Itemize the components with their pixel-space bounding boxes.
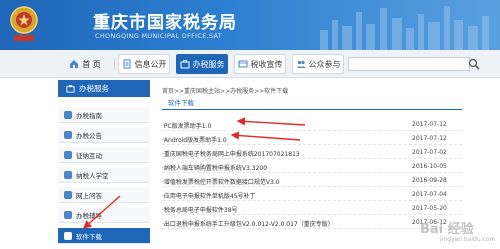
site-subtitle: CHONGQING MUNICIPAL OFFICE,SAT [95,32,223,40]
sidebar-item-label: 办税公告 [76,131,102,140]
list-item[interactable]: ·税务总局电子申报软件38号 2017-05-20 [162,201,462,215]
nav-info-label: 信息公开 [134,59,167,69]
search-icon[interactable] [468,58,480,70]
list-item[interactable]: ·出口退税申报系统手工升级包V2.0.012-V2.0.017（重庆专版） 20… [162,215,462,229]
interaction-icon [64,150,72,159]
sidebar-header-label: 办税服务 [79,84,109,93]
nav-tax-service-label: 办税服务 [192,59,225,69]
megaphone-icon [238,60,247,68]
site-title: 重庆市国家税务局 [93,13,237,33]
sidebar-header: 办税服务 [58,80,150,97]
download-icon [64,231,72,240]
tab-software-download[interactable]: 软件下载 [168,97,194,108]
watermark-logo: Bai 经验 [420,222,474,237]
qa-icon [64,190,72,199]
sidebar-item-taxpayer-school[interactable]: 纳税人学堂 [58,167,150,183]
sidebar-item-interaction[interactable]: 征纳互动 [58,147,150,163]
list-item-date: 2017-07-04 [412,191,447,198]
search-input[interactable] [348,57,470,71]
city-skyline-graphic [320,6,489,50]
people-icon [296,60,305,68]
nav-divider [114,58,115,70]
page: 重庆市国家税务局 CHONGQING MUNICIPAL OFFICE,SAT [0,0,500,249]
list-item-date: 2017-07-12 [412,135,447,142]
sidebar-item-label: 纳税人学堂 [76,171,109,180]
nav-tax-service[interactable]: 办税服务 [176,54,228,74]
sidebar-item-label: 网上问答 [76,191,102,200]
nav-promotion-label: 税收宣传 [250,59,283,69]
list-item[interactable]: ·Android版发票助手1.0 2017-07-12 [162,131,462,145]
site-header: 重庆市国家税务局 CHONGQING MUNICIPAL OFFICE,SAT [0,0,500,50]
briefcase-icon [180,60,189,69]
list-item-date: 2016-10-05 [412,163,447,170]
list-item[interactable]: ·增值税发票税控开票软件数据接口规范V3.0 2016-09-28 [162,173,462,187]
nav-home[interactable]: 首 页 [60,54,110,74]
tab-underline [162,109,462,110]
sidebar-item-online-qa[interactable]: 网上问答 [58,187,150,203]
list-item-title[interactable]: ·Android版发票助手1.0 [162,135,227,144]
list-item[interactable]: ·PC版发票助手1.0 2017-07-12 [162,117,462,131]
list-item-title[interactable]: ·出口退税申报系统手工升级包V2.0.012-V2.0.017（重庆专版） [162,219,334,228]
list-item[interactable]: ·重庆国税电子税务局网上申报系统201707021813 2017-07-02 [162,145,462,159]
tutoring-icon [64,210,72,219]
list-item[interactable]: ·纳税人端车辆购置税申报系统V3.3200 2016-10-05 [162,159,462,173]
list-item-date: 2017-05-20 [412,205,447,212]
list-item-title[interactable]: ·纳税人端车辆购置税申报系统V3.3200 [162,163,267,172]
nav-home-label: 首 页 [82,59,101,69]
sidebar-item-label: 办税指南 [76,111,102,120]
breadcrumb: 首页>>重庆国税主站>>办税服务>>软件下载 [162,88,289,95]
sidebar-item-software-download[interactable]: 软件下载 [58,228,150,244]
list-item-title[interactable]: ·重庆国税电子税务局网上申报系统201707021813 [162,149,300,158]
notice-icon [64,130,72,139]
nav-info-disclosure[interactable]: 信息公开 [118,54,170,74]
watermark-url: jingyan.baidu.com [440,236,496,243]
school-icon [64,170,72,179]
list-item-date: 2017-07-12 [412,121,447,128]
list-item[interactable]: ·应用电子申报软件单机版45号补丁 2017-07-04 [162,187,462,201]
list-item-title[interactable]: ·税务总局电子申报软件38号 [162,205,238,214]
list-item-date: 2016-09-28 [412,177,447,184]
main-nav: 首 页 信息公开 办税服务 税收宣传 公众参与 [0,50,500,78]
tax-emblem-icon [10,6,38,41]
sidebar-item-label: 办税辅导 [76,211,102,220]
nav-tax-promotion[interactable]: 税收宣传 [234,54,286,74]
list-item-title[interactable]: ·增值税发票税控开票软件数据接口规范V3.0 [162,177,280,186]
list-item-title[interactable]: ·PC版发票助手1.0 [162,121,211,130]
nav-public-participation[interactable]: 公众参与 [292,54,344,74]
list-item-title[interactable]: ·应用电子申报软件单机版45号补丁 [162,191,256,200]
sidebar-item-label: 征纳互动 [76,151,102,160]
list-item-date: 2017-07-02 [412,149,447,156]
sidebar-item-tax-tutoring[interactable]: 办税辅导 [58,207,150,223]
sidebar: 办税服务 办税指南 办税公告 征纳互动 纳税人学堂 网上问答 办税辅导 软件下载 [58,80,150,249]
sidebar-item-tax-notice[interactable]: 办税公告 [58,127,150,143]
sidebar-item-tax-guide[interactable]: 办税指南 [58,107,150,123]
sidebar-item-label: 软件下载 [76,232,102,241]
home-icon [70,60,79,68]
briefcase-icon [66,84,75,93]
nav-participation-label: 公众参与 [308,59,341,69]
guide-icon [64,110,72,119]
document-icon [123,59,130,69]
